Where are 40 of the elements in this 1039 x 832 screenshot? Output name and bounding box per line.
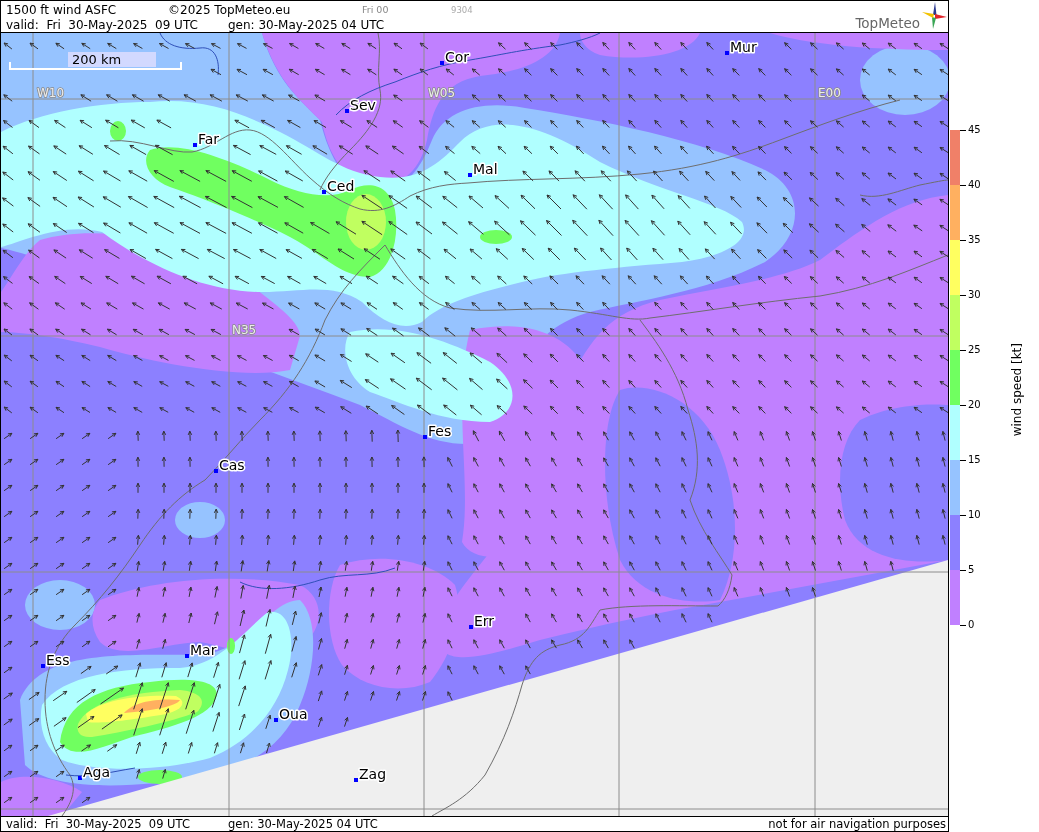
tick-label: 15 <box>968 454 981 466</box>
scale-label: 200 km <box>68 52 156 67</box>
tick-label: 5 <box>968 564 975 576</box>
city-label: Mur <box>730 39 757 55</box>
city-label: Mar <box>190 642 217 658</box>
generated-time: gen: 30-May-2025 04 UTC <box>228 817 379 831</box>
chart-title: 1500 ft wind ASFC <box>6 2 117 17</box>
tick-label: 30 <box>968 289 981 301</box>
city-label: Fes <box>428 423 452 439</box>
city-label: Mal <box>473 161 498 177</box>
city-label: Aga <box>83 764 111 780</box>
valid-time: valid: Fri 30-May-2025 09 UTC <box>6 817 191 831</box>
tick-label: 45 <box>968 124 981 136</box>
city-label: Oua <box>279 706 308 722</box>
grid-label: N35 <box>232 323 257 337</box>
generated-time: gen: 30-May-2025 04 UTC <box>228 17 385 32</box>
legend-title: wind speed [kt] <box>1010 343 1025 437</box>
city-label: Ess <box>46 652 70 668</box>
logo-text: TopMeteo <box>855 15 920 32</box>
tick-label: 25 <box>968 344 981 356</box>
tick-label: 40 <box>968 179 981 191</box>
tick-label: 35 <box>968 234 981 246</box>
disclaimer-text: not for air navigation purposes <box>768 817 946 831</box>
code-label: 9304 <box>451 3 473 17</box>
grid-label: W10 <box>37 86 65 100</box>
tick-label: 10 <box>968 509 981 521</box>
tick-label: 0 <box>968 619 975 631</box>
city-label: Ced <box>327 178 355 194</box>
city-label: Sev <box>350 97 376 113</box>
city-label: Cor <box>445 49 470 65</box>
tick-label: 20 <box>968 399 981 411</box>
grid-label: E00 <box>818 86 841 100</box>
valid-time: valid: Fri 30-May-2025 09 UTC <box>6 17 198 32</box>
grid-label: W05 <box>428 86 456 100</box>
city-label: Cas <box>219 457 245 473</box>
city-label: Zag <box>359 766 387 782</box>
copyright-text: ©2025 TopMeteo.eu <box>168 2 291 17</box>
city-label: Err <box>474 613 495 629</box>
run-label: Fri 00 <box>362 2 389 17</box>
city-label: Far <box>198 131 220 147</box>
